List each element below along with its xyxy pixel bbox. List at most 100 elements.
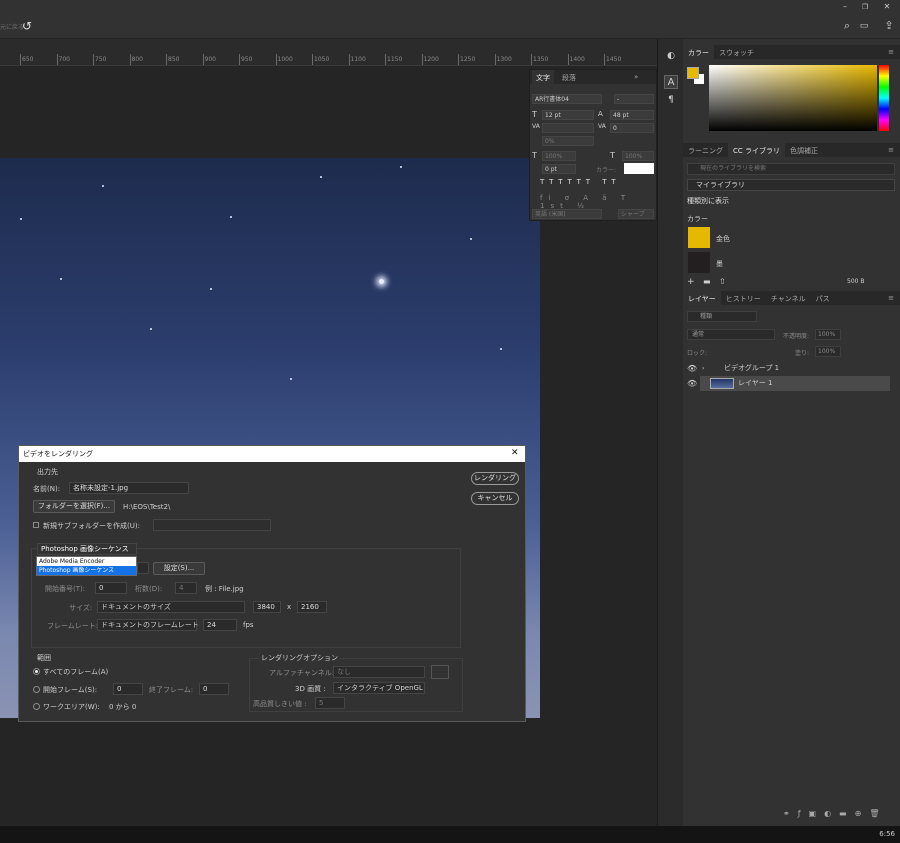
tab-channels[interactable]: チャンネル [766,291,811,305]
opacity-input[interactable]: 100% [815,329,841,340]
tab-learn[interactable]: ラーニング [683,143,728,157]
hue-slider[interactable] [879,65,889,131]
eye-icon[interactable]: 👁 [687,361,697,376]
layer-name: レイヤー 1 [738,379,773,387]
library-section-color[interactable]: カラー [687,214,708,224]
restore-icon[interactable]: ❐ [858,0,872,13]
threshold-select[interactable]: 5 [315,697,345,709]
undo-icon[interactable]: ↺ [20,19,34,33]
tab-paragraph[interactable]: 段落 [558,70,580,86]
font-size-input[interactable]: 12 pt [542,110,594,120]
start-number-field[interactable]: 0 [95,582,127,594]
baseline-input[interactable]: 0 pt [542,164,576,174]
close-icon[interactable]: ✕ [511,448,519,458]
layer-row-video-group[interactable]: 👁 › ビデオグループ 1 [687,361,890,376]
hscale-input[interactable]: 100% [622,151,654,161]
layers-menu-icon[interactable]: ≡ [888,294,894,302]
color-panel-icon[interactable]: ◐ [664,49,678,63]
all-frames-radio[interactable] [33,668,40,675]
alpha-color-swatch[interactable] [431,665,449,679]
options-bar: 元に戻る ↺ ⌕ ▭ ⇪ [0,13,900,39]
tab-paths[interactable]: パス [811,291,835,305]
swatch-gold[interactable] [688,227,710,248]
layer-row-layer-1[interactable]: 👁 レイヤー 1 [687,376,890,391]
text-color-swatch[interactable] [624,163,654,174]
fill-label: 塗り: [795,350,810,357]
tab-swatches[interactable]: スウォッチ [714,45,759,59]
tab-color[interactable]: カラー [683,45,714,59]
character-panel-icon[interactable]: A [664,75,678,89]
height-field[interactable]: 2160 [297,601,327,613]
tab-history[interactable]: ヒストリー [721,291,766,305]
option-photoshop-image-sequence[interactable]: Photoshop 画像シーケンス [37,566,136,575]
leading-input[interactable]: 48 pt [610,110,654,120]
ruler-tick-line [531,54,532,65]
fill-input[interactable]: 100% [815,346,841,357]
digits-select[interactable]: 4 [175,582,197,594]
foreground-color-chip[interactable] [687,67,699,79]
subfolder-field[interactable] [153,519,271,531]
alpha-select[interactable]: なし [333,666,425,678]
chevron-right-icon[interactable]: › [702,361,704,376]
search-icon[interactable]: ⌕ [840,19,854,33]
end-frame-field[interactable]: 0 [199,683,229,695]
folder-icon[interactable]: ▬ [703,277,711,286]
workspace-icon[interactable]: ▭ [858,20,870,32]
font-family-select[interactable]: AR行書体04 [532,94,602,104]
tab-character[interactable]: 文字 [532,70,554,86]
fps-field[interactable]: 24 [203,619,237,631]
start-frame-radio[interactable] [33,686,40,693]
tab-layers[interactable]: レイヤー [683,291,721,305]
name-field[interactable]: 名称未設定-1.jpg [69,482,189,494]
library-select[interactable]: マイライブラリ [687,179,895,191]
text-style-buttons[interactable]: TTTTTT TT [540,178,621,186]
color-picker-field[interactable] [709,65,877,131]
library-menu-icon[interactable]: ≡ [888,146,894,154]
library-search-input[interactable]: 現在のライブラリを検索 [687,163,895,175]
format-sub-select[interactable] [137,562,149,574]
opentype-buttons[interactable]: fi σ A ä T 1st ½ [540,194,656,210]
work-area-radio[interactable] [33,703,40,710]
cancel-button[interactable]: キャンセル [471,492,519,505]
font-style-select[interactable]: - [614,94,654,104]
kerning-input[interactable] [542,123,594,133]
choose-folder-button[interactable]: フォルダーを選択(F)... [33,500,115,513]
close-icon[interactable]: ✕ [880,0,894,13]
character-panel: 文字 段落 » AR行書体04 - T 12 pt A 48 pt VA VA … [529,69,657,221]
tracking-input[interactable]: 0 [610,123,654,133]
swatch-ink[interactable] [688,252,710,273]
ruler-tick-line [20,54,21,65]
start-frame-field[interactable]: 0 [113,683,143,695]
eye-icon[interactable]: 👁 [687,376,697,391]
ruler-tick-line [239,54,240,65]
tsume-input[interactable]: 0% [542,136,594,146]
share-icon[interactable]: ⇪ [882,18,896,32]
new-subfolder-checkbox[interactable] [33,522,39,528]
format-select[interactable]: Photoshop 画像シーケンス [37,543,137,555]
collapse-icon[interactable]: » [634,73,638,81]
ruler-tick-label: 700 [58,56,70,63]
framerate-select[interactable]: ドキュメントのフレームレート [97,619,199,631]
layer-actions-icons[interactable]: ⚭ƒ▣◐▬⊕🗑 [687,809,887,818]
antialias-select[interactable]: シャープ [618,209,654,219]
width-field[interactable]: 3840 [253,601,281,613]
view-by-type[interactable]: 種類別に表示 [687,196,729,206]
option-adobe-media-encoder[interactable]: Adobe Media Encoder [37,557,136,566]
blend-mode-select[interactable]: 通常 [687,329,775,340]
ruler-tick-line [202,54,204,65]
panel-menu-icon[interactable]: ≡ [888,48,894,56]
upload-icon[interactable]: ⇧ [719,277,726,286]
swatch-gold-label: 金色 [716,235,730,243]
language-select[interactable]: 英語 (米国) [532,209,602,219]
vscale-input[interactable]: 100% [542,151,576,161]
minimize-icon[interactable]: – [838,0,852,13]
paragraph-panel-icon[interactable]: ¶ [664,93,678,107]
add-icon[interactable]: + [687,277,695,287]
quality-select[interactable]: インタラクティブ OpenGL [333,682,425,694]
layer-filter-select[interactable]: 種類 [687,311,757,322]
tab-adjustments[interactable]: 色調補正 [785,143,823,157]
render-button[interactable]: レンダリング [471,472,519,485]
tab-cc-libraries[interactable]: CC ライブラリ [728,143,786,157]
size-select[interactable]: ドキュメントのサイズ [97,601,245,613]
settings-button[interactable]: 設定(S)... [153,562,205,575]
